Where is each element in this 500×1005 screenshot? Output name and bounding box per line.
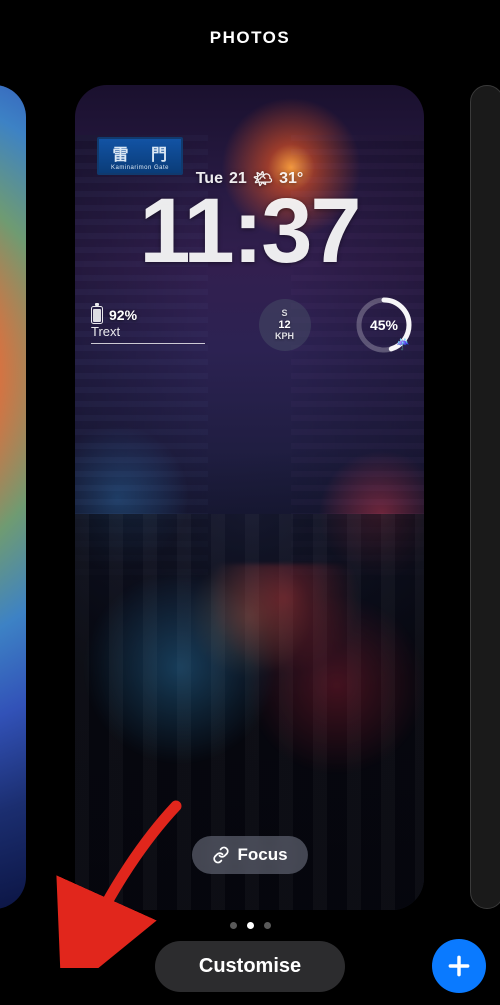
page-dot-active — [247, 922, 254, 929]
wallpaper-card-next[interactable] — [470, 85, 500, 909]
wallpaper-gallery-screen: PHOTOS 雷 門 Kaminarimon Gate Tue 21 🌤 31°… — [0, 0, 500, 1005]
lockscreen-time: 11:37 — [75, 185, 424, 277]
link-icon — [211, 846, 229, 864]
add-wallpaper-button[interactable] — [432, 939, 486, 993]
ring-widget: 45% ☔ — [354, 295, 414, 355]
customise-button[interactable]: Customise — [155, 941, 345, 992]
wallpaper-card-current[interactable]: 雷 門 Kaminarimon Gate Tue 21 🌤 31° 11:37 … — [75, 85, 424, 910]
battery-percent: 92% — [109, 307, 137, 323]
focus-button[interactable]: Focus — [191, 836, 307, 874]
battery-widget: 92% Trext — [85, 306, 215, 344]
gallery-category-title: PHOTOS — [0, 28, 500, 48]
sign-kanji: 門 — [151, 141, 168, 165]
focus-label: Focus — [237, 845, 287, 865]
bottom-action-bar: Customise — [0, 939, 500, 993]
battery-icon — [91, 306, 103, 324]
lockscreen-widgets: 92% Trext S 12 KPH 45% ☔ — [85, 295, 414, 355]
wind-unit: KPH — [275, 331, 294, 341]
page-dot — [230, 922, 237, 929]
wind-direction: S — [281, 308, 287, 318]
umbrella-icon: ☔ — [396, 338, 410, 351]
wallpaper-card-prev[interactable] — [0, 85, 26, 909]
page-dot — [264, 922, 271, 929]
plus-icon — [446, 953, 472, 979]
battery-label: Trext — [91, 324, 205, 344]
sign-kanji: 雷 — [112, 141, 129, 165]
wind-widget: S 12 KPH — [259, 299, 311, 351]
wind-speed: 12 — [278, 319, 290, 332]
page-indicator — [0, 922, 500, 929]
